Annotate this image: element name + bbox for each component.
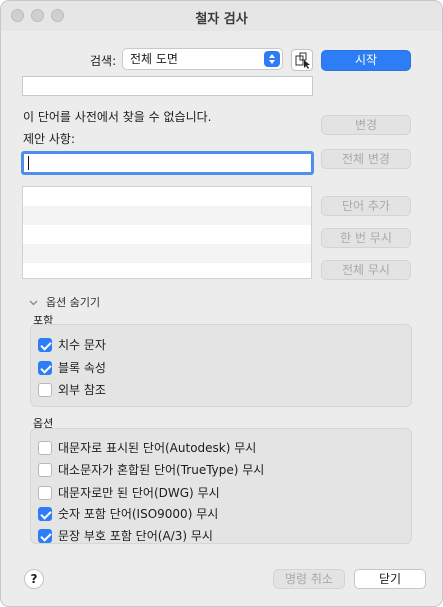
select-objects-icon [295, 52, 310, 69]
cancel-command-button[interactable]: 명령 취소 [273, 569, 345, 589]
change-all-button[interactable]: 전체 변경 [321, 149, 411, 169]
checkbox-box[interactable] [38, 485, 52, 500]
checkbox-box[interactable] [38, 462, 52, 477]
checkbox-box[interactable] [38, 382, 52, 397]
current-word-field[interactable] [22, 76, 313, 96]
checkbox-label: 대문자로만 된 단어(DWG) 무시 [58, 486, 220, 500]
checkbox-label: 블록 속성 [58, 361, 106, 375]
checkbox-ignore-numbers[interactable]: 숫자 포함 단어(ISO9000) 무시 [38, 505, 218, 522]
ignore-once-button[interactable]: 한 번 무시 [321, 228, 411, 248]
search-scope-select[interactable]: 전체 도면 [122, 48, 283, 70]
checkbox-label: 숫자 포함 단어(ISO9000) 무시 [58, 507, 219, 521]
checkbox-dimension-text[interactable]: 치수 문자 [38, 336, 106, 353]
checkbox-label: 대문자로 표시된 단어(Autodesk) 무시 [58, 441, 257, 455]
select-objects-button[interactable] [291, 49, 313, 71]
hide-options-label: 옵션 숨기기 [46, 296, 101, 309]
close-button[interactable]: 닫기 [354, 569, 426, 589]
list-item[interactable] [23, 206, 311, 225]
checkbox-label: 대소문자가 혼합된 단어(TrueType) 무시 [58, 463, 265, 477]
list-item[interactable] [23, 244, 311, 263]
checkbox-external-references[interactable]: 외부 참조 [38, 381, 106, 398]
checkbox-ignore-capitalized[interactable]: 대문자로 표시된 단어(Autodesk) 무시 [38, 439, 256, 456]
not-found-message: 이 단어를 사전에서 찾을 수 없습니다. [23, 110, 212, 124]
add-word-button[interactable]: 단어 추가 [321, 196, 411, 216]
hide-options-toggle[interactable]: 옵션 숨기기 [29, 294, 100, 310]
checkbox-ignore-mixed-case[interactable]: 대소문자가 혼합된 단어(TrueType) 무시 [38, 461, 264, 478]
list-item[interactable] [23, 225, 311, 244]
suggestions-label: 제안 사항: [23, 132, 76, 146]
text-caret [28, 156, 29, 170]
checkbox-label: 문장 부호 포함 단어(A/3) 무시 [58, 529, 213, 543]
help-button[interactable]: ? [24, 569, 44, 589]
search-scope-value: 전체 도면 [130, 52, 178, 66]
title-bar: 철자 검사 [1, 1, 442, 31]
checkbox-box[interactable] [38, 360, 52, 375]
list-item[interactable] [23, 263, 311, 278]
checkbox-box[interactable] [38, 506, 52, 521]
start-button[interactable]: 시작 [321, 50, 411, 71]
checkbox-label: 외부 참조 [58, 383, 106, 397]
checkbox-box[interactable] [38, 440, 52, 455]
suggestions-list[interactable] [22, 186, 312, 279]
window-title: 철자 검사 [195, 12, 248, 27]
list-item[interactable] [23, 187, 311, 206]
change-button[interactable]: 변경 [321, 115, 411, 135]
checkbox-ignore-uppercase[interactable]: 대문자로만 된 단어(DWG) 무시 [38, 484, 220, 501]
suggestion-input[interactable] [21, 151, 314, 175]
chevron-updown-icon [264, 51, 280, 67]
checkbox-box[interactable] [38, 528, 52, 543]
ignore-all-button[interactable]: 전체 무시 [321, 260, 411, 280]
checkbox-block-attributes[interactable]: 블록 속성 [38, 359, 106, 376]
checkbox-ignore-punctuation[interactable]: 문장 부호 포함 단어(A/3) 무시 [38, 527, 213, 544]
checkbox-box[interactable] [38, 337, 52, 352]
spell-check-window: 철자 검사 검색: 전체 도면 시작 이 단어를 사전에서 찾을 수 없습니다.… [0, 0, 443, 607]
chevron-down-icon [29, 300, 38, 305]
search-label: 검색: [90, 54, 117, 68]
checkbox-label: 치수 문자 [58, 338, 106, 352]
